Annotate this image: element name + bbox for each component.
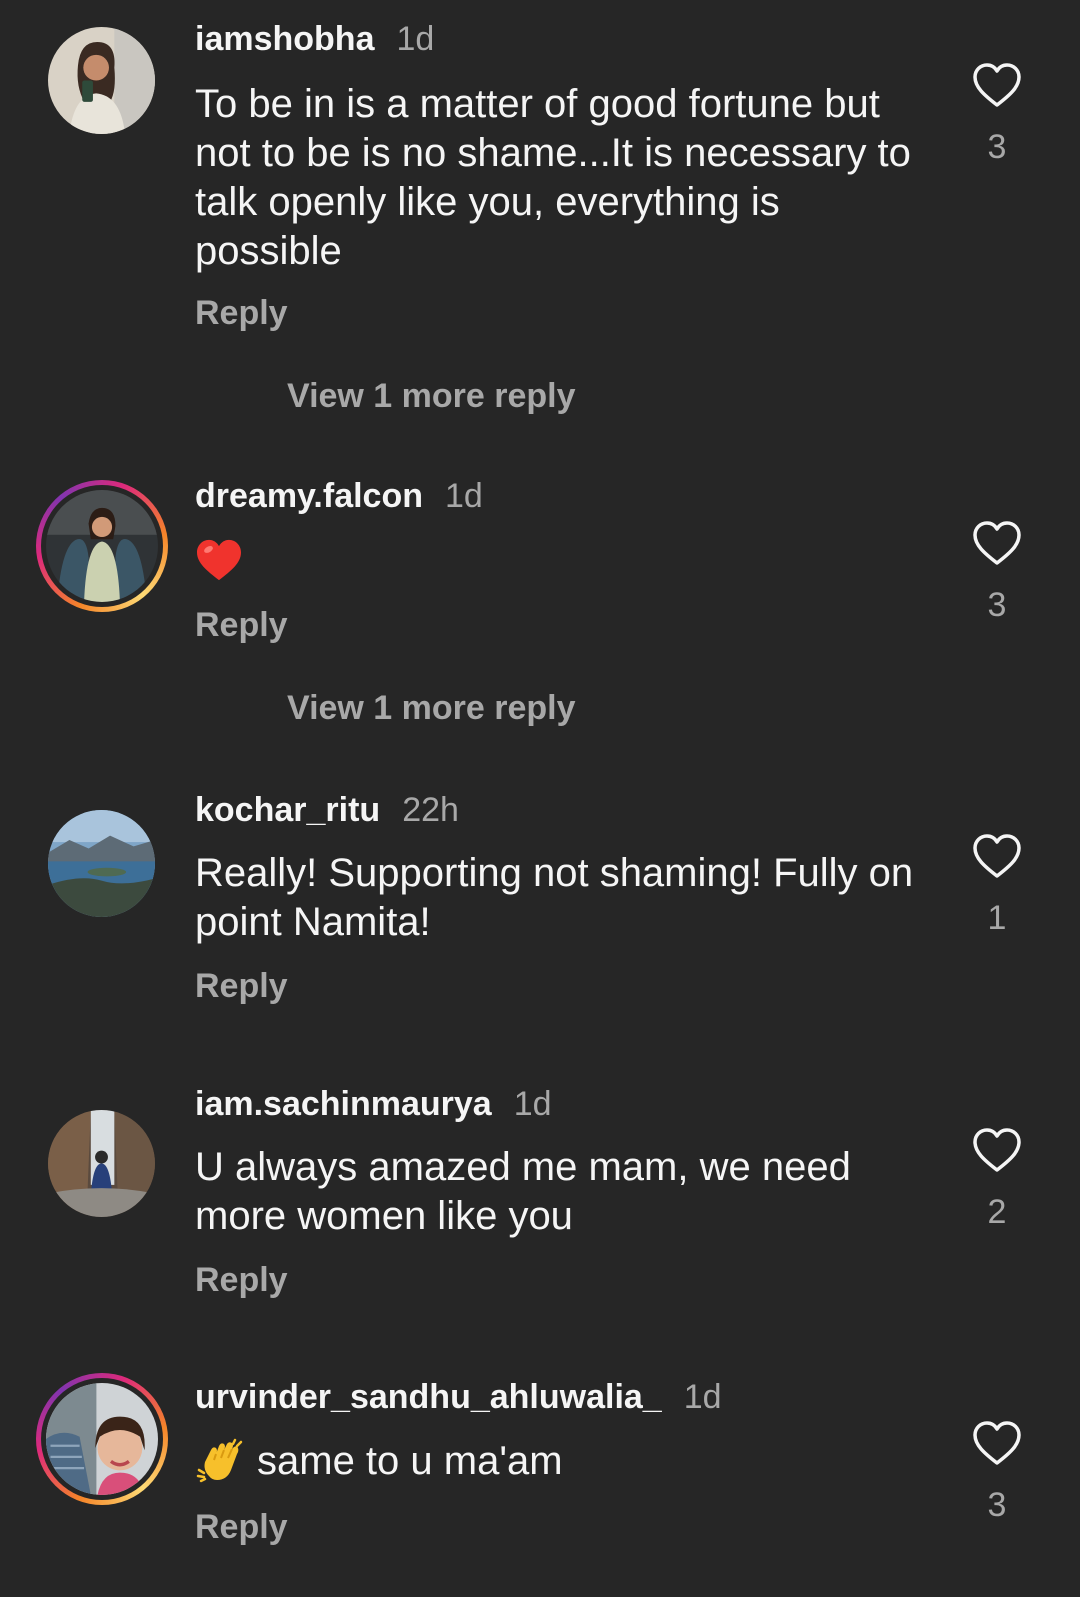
comment-header: urvinder_sandhu_ahluwalia_ 1d xyxy=(195,1378,722,1417)
heart-outline-icon xyxy=(973,63,1021,107)
like-count: 2 xyxy=(987,1193,1007,1231)
avatar[interactable] xyxy=(48,810,155,917)
comment-item: dreamy.falcon 1d Reply View 1 more reply … xyxy=(0,470,1080,760)
comment-header: iam.sachinmaurya 1d xyxy=(195,1085,552,1124)
timestamp: 1d xyxy=(445,477,483,515)
red-heart-emoji xyxy=(195,538,243,582)
like-count: 3 xyxy=(987,128,1007,166)
avatar-image xyxy=(48,27,155,134)
clapping-hands-emoji xyxy=(195,1436,245,1486)
avatar-story-ring[interactable] xyxy=(36,1373,168,1505)
like-button[interactable] xyxy=(972,520,1022,566)
comment-item: iam.sachinmaurya 1d U always amazed me ma… xyxy=(0,1077,1080,1347)
timestamp: 1d xyxy=(396,20,435,58)
avatar[interactable] xyxy=(48,27,155,134)
comment-text: U always amazed me mam, we need more wom… xyxy=(195,1145,851,1238)
comment-item: iamshobha 1d To be in is a matter of good… xyxy=(0,0,1080,440)
view-more-replies-button[interactable]: View 1 more reply xyxy=(287,377,576,416)
avatar xyxy=(46,1383,158,1495)
username[interactable]: dreamy.falcon xyxy=(195,477,423,515)
like-button[interactable] xyxy=(972,833,1022,879)
like-count: 3 xyxy=(987,586,1007,624)
reply-button[interactable]: Reply xyxy=(195,606,288,645)
username[interactable]: iam.sachinmaurya xyxy=(195,1085,492,1123)
like-count: 3 xyxy=(987,1486,1007,1524)
avatar-image xyxy=(48,810,155,917)
timestamp: 1d xyxy=(513,1085,552,1123)
heart-outline-icon xyxy=(973,834,1021,878)
reply-button[interactable]: Reply xyxy=(195,1508,288,1547)
timestamp: 1d xyxy=(683,1378,722,1416)
heart-outline-icon xyxy=(973,1421,1021,1465)
avatar-ring-gap xyxy=(41,1378,163,1500)
avatar-image xyxy=(46,1383,158,1495)
username[interactable]: urvinder_sandhu_ahluwalia_ xyxy=(195,1378,662,1416)
username[interactable]: kochar_ritu xyxy=(195,791,380,829)
avatar-story-ring[interactable] xyxy=(36,480,168,612)
timestamp: 22h xyxy=(402,791,459,829)
avatar xyxy=(46,490,158,602)
heart-outline-icon xyxy=(973,521,1021,565)
username[interactable]: iamshobha xyxy=(195,20,374,58)
avatar-ring-gap xyxy=(41,485,163,607)
like-count: 1 xyxy=(987,899,1007,937)
view-more-replies-button[interactable]: View 1 more reply xyxy=(287,689,576,728)
like-button[interactable] xyxy=(972,1420,1022,1466)
comment-text: Really! Supporting not shaming! Fully on… xyxy=(195,851,914,944)
comment-header: kochar_ritu 22h xyxy=(195,791,459,830)
reply-button[interactable]: Reply xyxy=(195,294,288,333)
reply-button[interactable]: Reply xyxy=(195,1261,288,1300)
comment-text: same to u ma'am xyxy=(195,1436,915,1486)
comment-header: dreamy.falcon 1d xyxy=(195,477,483,516)
comment-header: iamshobha 1d xyxy=(195,20,434,59)
comment-item: urvinder_sandhu_ahluwalia_ 1d same to u m… xyxy=(0,1370,1080,1597)
avatar-image xyxy=(48,1110,155,1217)
comment-text: To be in is a matter of good fortune but… xyxy=(195,82,911,273)
like-button[interactable] xyxy=(972,1127,1022,1173)
comment-item: kochar_ritu 22h Really! Supporting not sh… xyxy=(0,783,1080,1043)
heart-outline-icon xyxy=(973,1128,1021,1172)
like-button[interactable] xyxy=(972,62,1022,108)
avatar[interactable] xyxy=(48,1110,155,1217)
comment-text-content: same to u ma'am xyxy=(257,1438,563,1483)
avatar-image xyxy=(46,490,158,602)
reply-button[interactable]: Reply xyxy=(195,967,288,1006)
